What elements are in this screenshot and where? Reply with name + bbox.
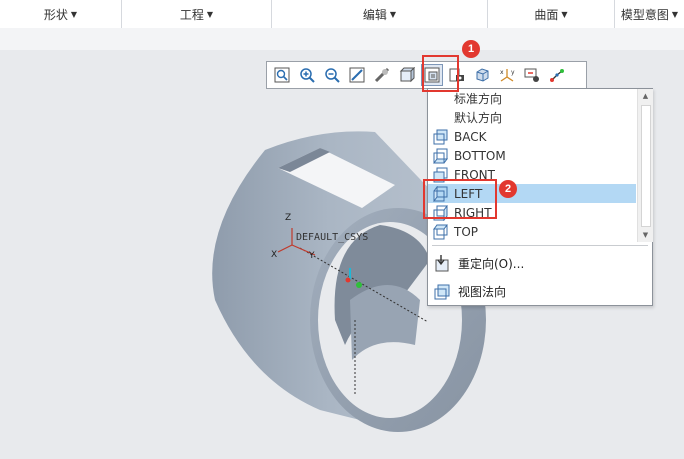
orientation-list: 标准方向 默认方向 BACK BOTTOM FRONT LEFT RIGHT T… (428, 89, 638, 242)
orientation-item-standard[interactable]: 标准方向 (430, 89, 636, 108)
zoom-in-icon (300, 68, 315, 83)
svg-text:x: x (500, 69, 504, 76)
callout-badge: 2 (499, 180, 517, 198)
view-normal-command[interactable]: 视图法向 (432, 280, 648, 302)
orientation-list-scrollbar[interactable]: ▲ ▼ (637, 89, 653, 242)
scroll-down-arrow-icon[interactable]: ▼ (638, 228, 653, 242)
scroll-up-arrow-icon[interactable]: ▲ (638, 89, 653, 103)
view-cube-bottom-icon (432, 147, 450, 165)
spin-center-icon (550, 69, 564, 82)
axis-label-x: X (271, 250, 278, 260)
orientation-item-label: TOP (454, 224, 479, 239)
view-cube-back-icon (432, 128, 450, 146)
menu-separator (432, 245, 648, 246)
view-normal-icon (432, 281, 452, 301)
orientation-item-bottom[interactable]: BOTTOM (430, 146, 636, 165)
callout-box-toolbar-button (422, 55, 459, 92)
reorient-label: 重定向(O)... (458, 256, 525, 271)
orientation-item-default[interactable]: 默认方向 (430, 108, 636, 127)
axis-label-z: Z (285, 213, 292, 223)
orientation-item-label: 默认方向 (454, 111, 503, 125)
datum-display-icon: xy (500, 69, 515, 82)
orientation-item-back[interactable]: BACK (430, 127, 636, 146)
view-cube-top-icon (432, 223, 450, 241)
annotation-display-icon (524, 68, 539, 82)
repaint-icon (349, 67, 365, 83)
perspective-view-button[interactable] (471, 64, 493, 86)
orientation-item-label: 标准方向 (454, 92, 503, 106)
orientation-item-top[interactable]: TOP (430, 222, 636, 241)
zoom-to-fit-icon (274, 67, 290, 83)
display-style-button[interactable] (371, 64, 393, 86)
repaint-button[interactable] (346, 64, 368, 86)
datum-display-button[interactable]: xy (496, 64, 518, 86)
annotation-display-button[interactable] (521, 64, 543, 86)
shaded-button[interactable] (396, 64, 418, 86)
scroll-thumb[interactable] (641, 105, 651, 227)
zoom-to-fit-button[interactable] (271, 64, 293, 86)
callout-badge: 1 (462, 40, 480, 58)
orientation-item-label: BOTTOM (454, 148, 506, 163)
reorient-command[interactable]: 重定向(O)... (432, 252, 648, 274)
view-normal-label: 视图法向 (458, 284, 507, 299)
zoom-in-button[interactable] (296, 64, 318, 86)
shaded-cube-icon (399, 67, 415, 83)
spin-center-button[interactable] (546, 64, 568, 86)
zoom-out-button[interactable] (321, 64, 343, 86)
orientation-item-label: BACK (454, 129, 487, 144)
zoom-out-icon (325, 68, 340, 83)
display-style-icon (374, 67, 390, 83)
csys-label: DEFAULT_CSYS (296, 232, 369, 243)
perspective-view-icon (476, 68, 489, 82)
reorient-icon (432, 253, 452, 273)
callout-box-left-item (423, 179, 497, 219)
axis-label-y: Y (309, 251, 315, 261)
svg-text:y: y (511, 69, 515, 76)
